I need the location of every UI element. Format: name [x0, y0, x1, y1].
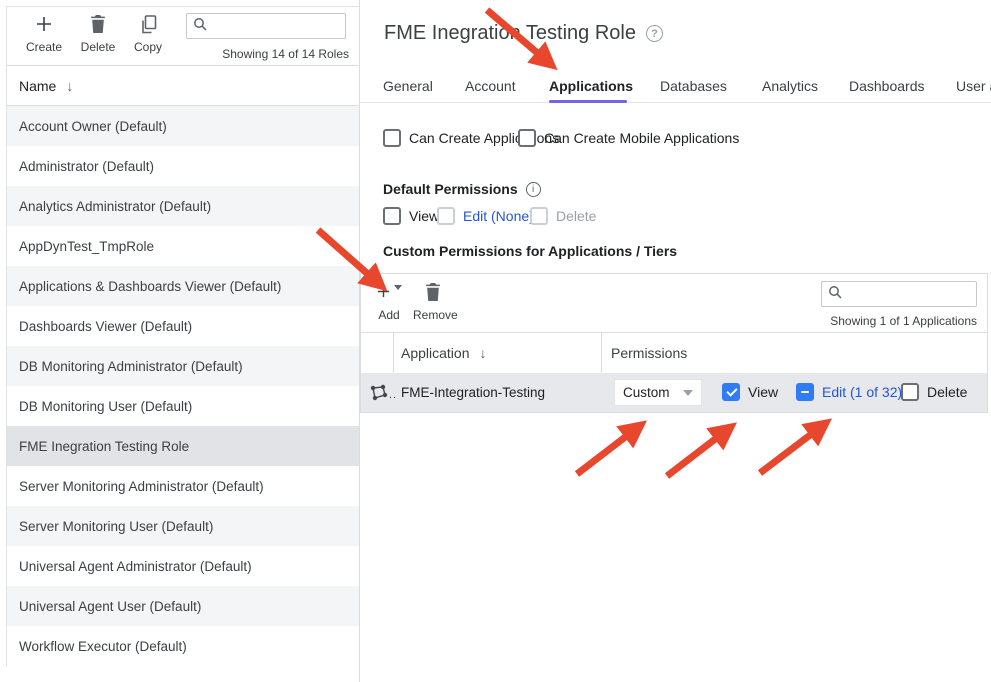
custom-permissions-heading: Custom Permissions for Applications / Ti… [383, 243, 677, 259]
permissions-column-header: Permissions [611, 333, 687, 373]
custom-permissions-panel: Add Remove Showing 1 of 1 Applications [360, 273, 988, 413]
roles-list: Account Owner (Default) Administrator (D… [7, 106, 359, 666]
tab-dashboards[interactable]: Dashboards [849, 78, 925, 94]
role-list-item[interactable]: Server Monitoring User (Default) [7, 506, 359, 546]
trash-icon [72, 15, 124, 37]
copy-icon [122, 15, 174, 37]
default-view-checkbox[interactable] [383, 207, 401, 225]
tab-applications[interactable]: Applications [549, 78, 633, 94]
remove-label: Remove [413, 308, 453, 322]
applications-search-box [821, 281, 977, 307]
add-label: Add [369, 308, 409, 322]
plus-dropdown-icon [369, 283, 409, 305]
application-flowmap-icon: .. [369, 384, 397, 401]
role-list-item[interactable]: Server Monitoring Administrator (Default… [7, 466, 359, 506]
applications-table-header: Application↓ Permissions [361, 333, 987, 373]
can-create-mobile-applications-checkbox[interactable] [518, 129, 536, 147]
page-title: FME Inegration Testing Role [384, 22, 636, 45]
tab-user-clipped[interactable]: User a [956, 78, 991, 94]
row-view-option: View [722, 383, 778, 401]
role-list-item[interactable]: Applications & Dashboards Viewer (Defaul… [7, 266, 359, 306]
role-list-item[interactable]: Workflow Executor (Default) [7, 626, 359, 666]
row-delete-option: Delete [901, 383, 967, 401]
application-permission-row[interactable]: .. FME-Integration-Testing Custom View E… [361, 373, 987, 412]
page-title-row: FME Inegration Testing Role ? [384, 22, 663, 45]
tabbar-border [360, 102, 991, 103]
row-edit-link[interactable]: Edit (1 of 32) [822, 384, 902, 400]
permission-level-select[interactable]: Custom [614, 379, 702, 406]
applications-count-text: Showing 1 of 1 Applications [830, 314, 977, 328]
truncation-dots: .. [389, 389, 397, 401]
tab-account[interactable]: Account [465, 78, 516, 94]
can-create-applications-checkbox[interactable] [383, 129, 401, 147]
remove-application-button[interactable]: Remove [413, 283, 453, 322]
copy-label: Copy [122, 40, 174, 54]
sort-desc-icon: ↓ [480, 345, 487, 361]
application-column-header[interactable]: Application↓ [401, 333, 487, 373]
default-delete-checkbox[interactable] [530, 207, 548, 225]
default-edit-link[interactable]: Edit (None) [463, 208, 534, 224]
default-view-option: View [383, 207, 439, 225]
roles-toolbar: Create Delete Copy Showing 14 of [7, 7, 359, 66]
row-delete-checkbox[interactable] [901, 383, 919, 401]
default-edit-checkbox[interactable] [437, 207, 455, 225]
custom-permissions-toolbar: Add Remove Showing 1 of 1 Applications [361, 274, 987, 333]
create-label: Create [18, 40, 70, 54]
default-edit-option: Edit (None) [437, 207, 534, 225]
chevron-down-icon [683, 390, 693, 396]
default-permissions-heading: Default Permissions i [383, 181, 541, 197]
column-divider [601, 333, 602, 373]
sort-desc-icon: ↓ [66, 78, 73, 94]
add-application-button[interactable]: Add [369, 283, 409, 322]
roles-sidebar: Create Delete Copy Showing 14 of [6, 6, 359, 666]
role-list-item[interactable]: Account Owner (Default) [7, 106, 359, 146]
chevron-down-icon [394, 285, 402, 290]
roles-count-text: Showing 14 of 14 Roles [222, 47, 349, 61]
role-list-item[interactable]: Administrator (Default) [7, 146, 359, 186]
application-name: FME-Integration-Testing [401, 373, 545, 412]
role-list-item-selected[interactable]: FME Inegration Testing Role [7, 426, 359, 466]
role-list-item[interactable]: Analytics Administrator (Default) [7, 186, 359, 226]
roles-search-input[interactable] [212, 19, 339, 33]
delete-label: Delete [72, 40, 124, 54]
roles-admin-page: Create Delete Copy Showing 14 of [0, 0, 991, 682]
roles-search-box [186, 13, 346, 39]
default-delete-option: Delete [530, 207, 596, 225]
column-divider [393, 333, 394, 373]
tab-general[interactable]: General [383, 78, 433, 94]
role-list-item[interactable]: DB Monitoring User (Default) [7, 386, 359, 426]
active-tab-underline [549, 100, 627, 103]
role-list-item[interactable]: Universal Agent Administrator (Default) [7, 546, 359, 586]
delete-role-button[interactable]: Delete [72, 15, 124, 54]
search-icon [828, 285, 842, 304]
role-list-item[interactable]: Universal Agent User (Default) [7, 586, 359, 626]
trash-icon [413, 283, 453, 305]
roles-list-header[interactable]: Name ↓ [7, 66, 359, 106]
create-role-button[interactable]: Create [18, 15, 70, 54]
search-icon [193, 17, 207, 36]
can-create-mobile-applications-option: Can Create Mobile Applications [518, 129, 739, 147]
row-edit-checkbox[interactable] [796, 383, 814, 401]
tab-databases[interactable]: Databases [660, 78, 727, 94]
tab-analytics[interactable]: Analytics [762, 78, 818, 94]
role-detail-panel: FME Inegration Testing Role ? General Ac… [360, 0, 991, 682]
role-list-item[interactable]: AppDynTest_TmpRole [7, 226, 359, 266]
help-icon[interactable]: ? [646, 25, 663, 42]
role-list-item[interactable]: DB Monitoring Administrator (Default) [7, 346, 359, 386]
role-list-item[interactable]: Dashboards Viewer (Default) [7, 306, 359, 346]
plus-icon [18, 15, 70, 37]
copy-role-button[interactable]: Copy [122, 15, 174, 54]
row-view-checkbox[interactable] [722, 383, 740, 401]
applications-search-input[interactable] [847, 287, 970, 301]
name-column-label: Name [19, 78, 56, 94]
info-icon[interactable]: i [526, 182, 541, 197]
row-edit-option: Edit (1 of 32) [796, 383, 902, 401]
